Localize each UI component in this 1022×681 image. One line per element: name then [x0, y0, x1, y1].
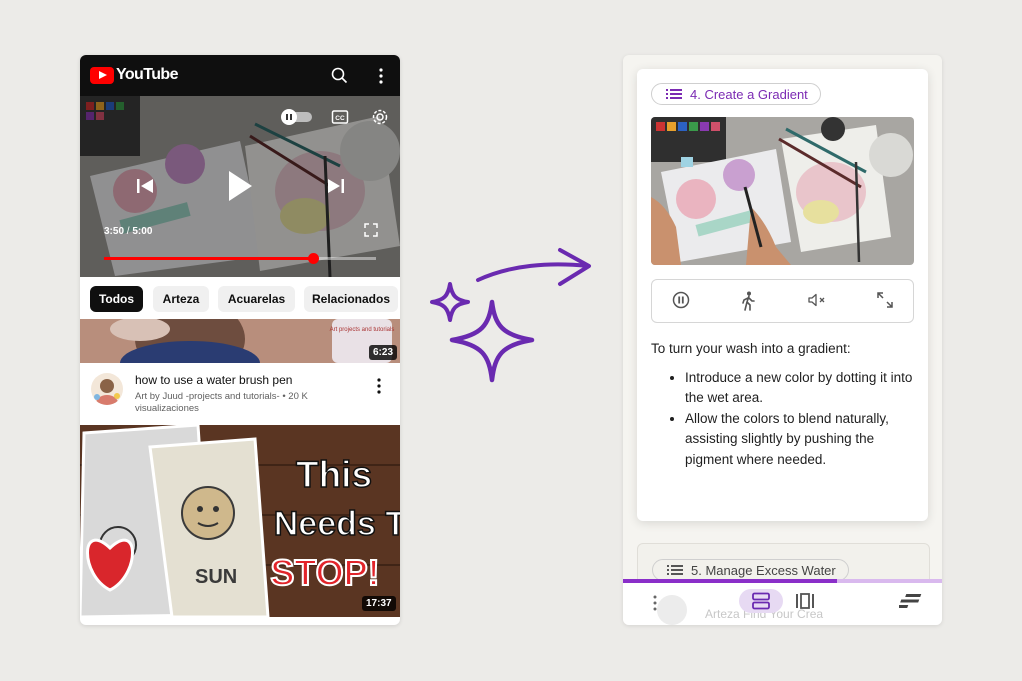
step-card: 4. Create a Gradient To turn your wash i… — [637, 69, 928, 521]
autoplay-toggle-icon[interactable] — [280, 109, 314, 125]
video-title[interactable]: how to use a water brush pen — [135, 373, 292, 387]
thumbnail-text-line1: This — [296, 454, 372, 495]
thumbnail-sun-text: SUN — [195, 566, 237, 588]
settings-icon[interactable] — [371, 108, 389, 126]
thumbnail-image: Art projects and tutorials — [80, 319, 400, 363]
lesson-bottom-bar: Arteza Find Your Crea — [623, 579, 942, 625]
youtube-phone: YouTube CC 3:50 / 5:00 Todos Arteza Acua… — [80, 55, 400, 625]
more-vert-icon[interactable] — [370, 65, 392, 87]
step-title-pill[interactable]: 4. Create a Gradient — [651, 83, 821, 105]
expand-icon[interactable] — [876, 291, 894, 309]
channel-avatar-behind — [657, 595, 687, 625]
more-icon[interactable] — [653, 595, 657, 611]
seek-bar-played — [104, 257, 313, 260]
video-player[interactable]: CC 3:50 / 5:00 — [80, 96, 400, 277]
search-icon[interactable] — [329, 65, 351, 87]
thumbnail-caption: Art projects and tutorials — [330, 327, 395, 333]
step-bullet: Introduce a new color by dotting it into… — [685, 368, 919, 409]
thumbnail-text-line2: Needs To — [274, 505, 400, 543]
walk-icon[interactable] — [740, 291, 756, 311]
pause-icon[interactable] — [672, 291, 690, 309]
step-bullets: Introduce a new color by dotting it into… — [651, 368, 919, 471]
fullscreen-icon[interactable] — [364, 223, 378, 237]
list-icon — [667, 565, 683, 575]
youtube-logo[interactable]: YouTube — [90, 66, 178, 84]
youtube-logo-text: YouTube — [116, 66, 178, 83]
previous-icon[interactable] — [134, 176, 156, 196]
filter-chips: Todos Arteza Acuarelas Relacionados — [80, 277, 400, 319]
youtube-logo-icon — [90, 66, 114, 84]
time-total: 5:00 — [132, 226, 153, 237]
video-duration: 6:23 — [369, 345, 398, 360]
chip-arteza[interactable]: Arteza — [153, 286, 209, 312]
play-icon[interactable] — [225, 168, 255, 204]
list-icon — [666, 89, 682, 99]
lesson-progress-fill — [623, 579, 837, 583]
svg-text:CC: CC — [335, 115, 345, 122]
carousel-view-icon[interactable] — [795, 592, 815, 610]
video-menu-icon[interactable] — [377, 378, 381, 394]
thumbnail-text-line3: STOP! — [270, 552, 379, 593]
avatar-image — [91, 373, 123, 405]
channel-name[interactable]: Art by Juud -projects and tutorials- — [135, 391, 280, 402]
chip-acuarelas[interactable]: Acuarelas — [218, 286, 295, 312]
video-thumbnail-2[interactable]: SUN This Needs To STOP! 17:37 — [80, 425, 400, 617]
next-icon[interactable] — [325, 176, 347, 196]
lesson-progress-bar — [623, 579, 942, 583]
seek-bar-handle[interactable] — [307, 253, 319, 264]
lesson-panel: 4. Create a Gradient To turn your wash i… — [623, 55, 942, 625]
chip-todos[interactable]: Todos — [90, 286, 143, 312]
seek-bar[interactable] — [104, 253, 376, 264]
video-duration-2: 17:37 — [362, 596, 396, 611]
video-info[interactable]: how to use a water brush pen Art by Juud… — [80, 363, 400, 425]
youtube-header: YouTube — [80, 55, 400, 96]
video-thumbnail[interactable]: Art projects and tutorials 6:23 — [80, 319, 400, 363]
step-title: 4. Create a Gradient — [690, 86, 808, 102]
next-step-pill[interactable]: 5. Manage Excess Water — [652, 559, 849, 581]
cc-icon[interactable]: CC — [331, 109, 349, 125]
step-video-image — [651, 117, 914, 265]
time-display: 3:50 / 5:00 — [104, 226, 152, 237]
chip-relacionados[interactable]: Relacionados — [304, 286, 398, 312]
mute-icon[interactable] — [808, 293, 828, 307]
video-controls — [651, 279, 914, 323]
channel-avatar[interactable] — [91, 373, 123, 405]
video-subtitle: Art by Juud -projects and tutorials- • 2… — [135, 391, 350, 415]
step-intro: To turn your wash into a gradient: — [651, 341, 851, 356]
next-step-title: 5. Manage Excess Water — [691, 562, 836, 578]
step-instructions: To turn your wash into a gradient: Intro… — [651, 339, 919, 470]
stacked-view-icon[interactable] — [751, 592, 771, 610]
thumbnail-image-2: SUN This Needs To STOP! — [80, 425, 400, 617]
step-bullet: Allow the colors to blend naturally, ass… — [685, 409, 919, 471]
transform-arrow-icon — [430, 248, 591, 383]
step-video[interactable] — [651, 117, 914, 265]
list-align-icon[interactable] — [899, 592, 923, 610]
time-current: 3:50 — [104, 226, 125, 237]
